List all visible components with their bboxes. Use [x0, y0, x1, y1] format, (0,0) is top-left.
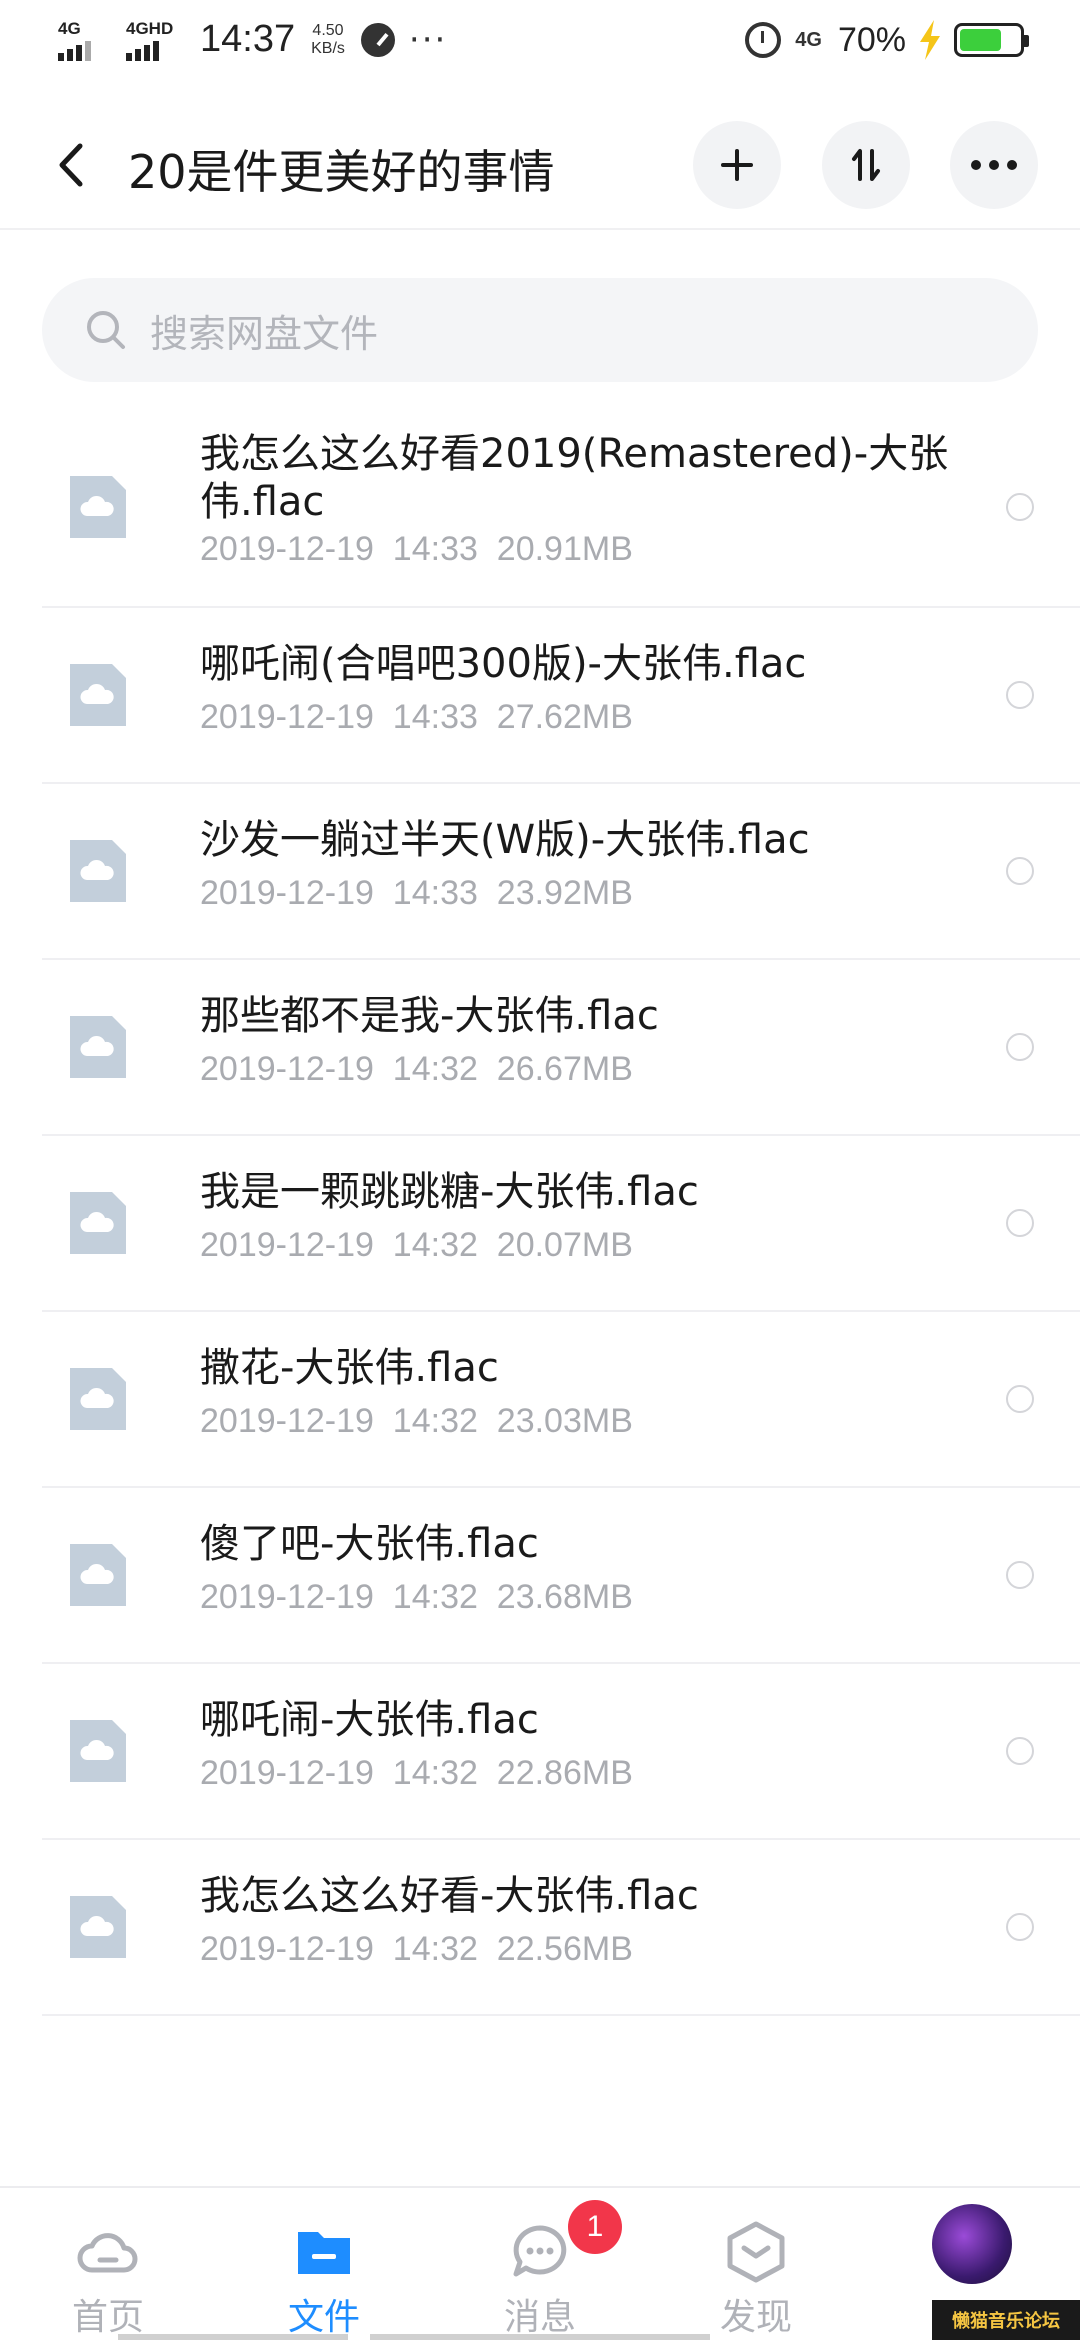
- file-row[interactable]: 我怎么这么好看-大张伟.flac 2019-12-19 14:32 22.56M…: [42, 1840, 1080, 2016]
- cloud-file-icon: [70, 664, 126, 726]
- file-meta: 2019-12-19 14:32 22.86MB: [200, 1754, 633, 1792]
- signal-strength-icon: 4G: [58, 19, 118, 61]
- search-placeholder: 搜索网盘文件: [150, 311, 379, 356]
- file-row[interactable]: 沙发一躺过半天(W版)-大张伟.flac 2019-12-19 14:33 23…: [42, 784, 1080, 960]
- home-indicator: [370, 2334, 710, 2340]
- select-checkbox[interactable]: [1006, 1209, 1034, 1237]
- cloud-file-icon: [70, 1192, 126, 1254]
- cloud-file-icon: [70, 1720, 126, 1782]
- app-header: 20是件更美好的事情: [0, 100, 1080, 230]
- add-button[interactable]: [693, 121, 781, 209]
- battery-percent: 70%: [837, 20, 906, 59]
- file-name: 哪吒闹-大张伟.flac: [200, 1697, 539, 1743]
- select-checkbox[interactable]: [1006, 1561, 1034, 1589]
- select-checkbox[interactable]: [1006, 857, 1034, 885]
- file-row[interactable]: 哪吒闹(合唱吧300版)-大张伟.flac 2019-12-19 14:33 2…: [42, 608, 1080, 784]
- file-meta: 2019-12-19 14:33 23.92MB: [200, 874, 633, 912]
- file-row[interactable]: 我是一颗跳跳糖-大张伟.flac 2019-12-19 14:32 20.07M…: [42, 1136, 1080, 1312]
- file-name: 沙发一躺过半天(W版)-大张伟.flac: [200, 817, 810, 863]
- cloud-file-icon: [70, 1016, 126, 1078]
- battery-icon: [954, 23, 1029, 57]
- file-name: 那些都不是我-大张伟.flac: [200, 993, 659, 1039]
- avatar[interactable]: [932, 2204, 1012, 2284]
- battery-fill: [960, 29, 1001, 51]
- search-icon: [87, 311, 125, 349]
- cloud-file-icon: [70, 476, 126, 538]
- bottom-nav: 首页 文件 消息 发现: [0, 2186, 1080, 2340]
- more-notifications-icon: ···: [408, 19, 448, 60]
- back-arrow-icon[interactable]: [48, 138, 96, 192]
- network-speed-value: 4.50: [312, 21, 344, 39]
- status-bar-left: 4G 4GHD 14:37 4.50 KB/s ···: [58, 18, 447, 61]
- file-name: 我怎么这么好看2019(Remastered)-大张伟.flac: [200, 431, 949, 525]
- page-title: 20是件更美好的事情: [128, 145, 555, 199]
- alarm-clock-icon: [745, 22, 782, 58]
- select-checkbox[interactable]: [1006, 493, 1034, 521]
- cloud-home-icon: [77, 2233, 138, 2273]
- file-name: 傻了吧-大张伟.flac: [200, 1521, 539, 1567]
- more-dots-icon: [971, 160, 1017, 170]
- file-row[interactable]: 那些都不是我-大张伟.flac 2019-12-19 14:32 26.67MB: [42, 960, 1080, 1136]
- signal-1-label: 4G: [58, 18, 81, 38]
- nav-item-discover[interactable]: 发现: [648, 2188, 864, 2340]
- chat-icon: [513, 2225, 567, 2277]
- file-list: 我怎么这么好看2019(Remastered)-大张伟.flac 2019-12…: [42, 408, 1080, 2016]
- nav-label-home: 首页: [71, 2297, 144, 2338]
- nav-item-files[interactable]: 文件: [216, 2188, 432, 2340]
- select-checkbox[interactable]: [1006, 1385, 1034, 1413]
- file-name: 哪吒闹(合唱吧300版)-大张伟.flac: [200, 641, 807, 687]
- file-row[interactable]: 撒花-大张伟.flac 2019-12-19 14:32 23.03MB: [42, 1312, 1080, 1488]
- nav-label-messages: 消息: [503, 2297, 576, 2338]
- nav-label-files: 文件: [287, 2297, 360, 2338]
- sort-button[interactable]: [822, 121, 910, 209]
- speedometer-icon: [360, 22, 395, 57]
- network-speed: 4.50 KB/s: [311, 22, 345, 58]
- file-name: 我怎么这么好看-大张伟.flac: [200, 1873, 699, 1919]
- sort-arrows-icon: [852, 149, 880, 181]
- folder-icon: [298, 2232, 350, 2274]
- select-checkbox[interactable]: [1006, 1033, 1034, 1061]
- status-bar-right: 4G 70%: [745, 20, 1029, 60]
- search-input[interactable]: 搜索网盘文件: [42, 278, 1038, 382]
- cloud-file-icon: [70, 1368, 126, 1430]
- file-name: 撒花-大张伟.flac: [200, 1345, 499, 1391]
- nav-label-discover: 发现: [719, 2297, 792, 2338]
- select-checkbox[interactable]: [1006, 1737, 1034, 1765]
- status-bar: 4G 4GHD 14:37 4.50 KB/s ··· 4G 70%: [0, 0, 1080, 84]
- cloud-file-icon: [70, 840, 126, 902]
- file-meta: 2019-12-19 14:33 20.91MB: [200, 530, 633, 568]
- select-checkbox[interactable]: [1006, 1913, 1034, 1941]
- discover-icon: [727, 2221, 785, 2283]
- plus-icon: [721, 149, 753, 181]
- file-meta: 2019-12-19 14:32 22.56MB: [200, 1930, 633, 1968]
- select-checkbox[interactable]: [1006, 681, 1034, 709]
- cloud-file-icon: [70, 1544, 126, 1606]
- file-row[interactable]: 哪吒闹-大张伟.flac 2019-12-19 14:32 22.86MB: [42, 1664, 1080, 1840]
- signal-2-label: 4GHD: [126, 18, 174, 38]
- home-indicator: [118, 2334, 348, 2340]
- network-type-label: 4G: [795, 28, 822, 51]
- signal-strength-icon: 4GHD: [126, 19, 186, 61]
- network-speed-unit: KB/s: [311, 39, 345, 57]
- file-meta: 2019-12-19 14:32 23.03MB: [200, 1402, 633, 1440]
- file-meta: 2019-12-19 14:33 27.62MB: [200, 698, 633, 736]
- file-meta: 2019-12-19 14:32 20.07MB: [200, 1226, 633, 1264]
- messages-unread-badge: 1: [568, 2200, 622, 2254]
- charging-bolt-icon: [920, 20, 940, 60]
- clock: 14:37: [200, 18, 296, 60]
- more-options-button[interactable]: [950, 121, 1038, 209]
- file-row[interactable]: 傻了吧-大张伟.flac 2019-12-19 14:32 23.68MB: [42, 1488, 1080, 1664]
- file-meta: 2019-12-19 14:32 23.68MB: [200, 1578, 633, 1616]
- nav-item-home[interactable]: 首页: [0, 2188, 216, 2340]
- file-row[interactable]: 我怎么这么好看2019(Remastered)-大张伟.flac 2019-12…: [42, 408, 1080, 608]
- file-meta: 2019-12-19 14:32 26.67MB: [200, 1050, 633, 1088]
- file-name: 我是一颗跳跳糖-大张伟.flac: [200, 1169, 699, 1215]
- cloud-file-icon: [70, 1896, 126, 1958]
- watermark-logo: 懒猫音乐论坛: [932, 2300, 1080, 2340]
